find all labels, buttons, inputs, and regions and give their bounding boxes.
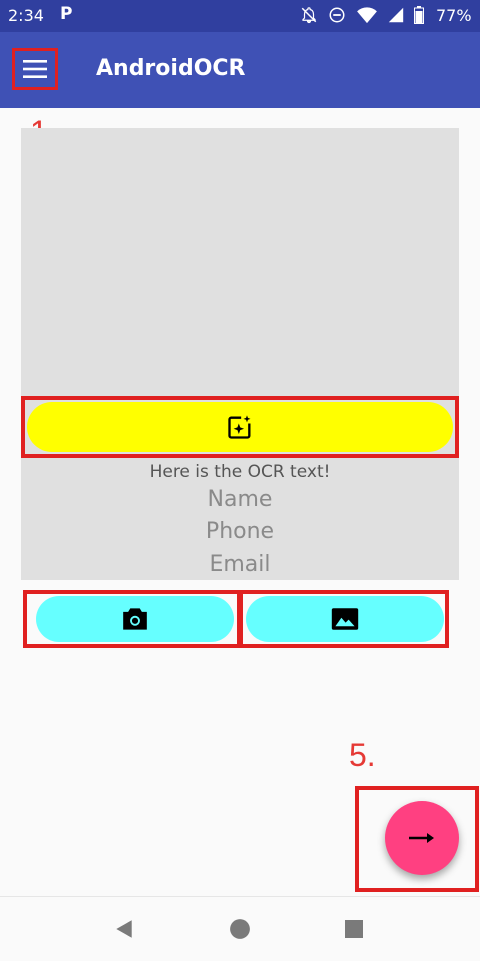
gallery-button[interactable] xyxy=(246,596,444,642)
camera-button[interactable] xyxy=(36,596,234,642)
next-fab-button[interactable] xyxy=(385,801,459,875)
menu-button[interactable] xyxy=(12,48,58,90)
ocr-field-email: Email xyxy=(209,552,271,577)
nav-home-button[interactable] xyxy=(222,913,258,945)
ocr-field-name: Name xyxy=(207,487,273,512)
home-icon xyxy=(230,919,250,939)
app-bar: AndroidOCR xyxy=(0,32,480,108)
back-icon xyxy=(116,920,132,938)
wifi-icon xyxy=(357,7,377,24)
scan-button[interactable] xyxy=(27,402,453,452)
image-icon xyxy=(331,608,359,630)
signal-icon xyxy=(388,7,404,23)
nav-back-button[interactable] xyxy=(106,913,142,945)
annotation-5: 5. xyxy=(349,737,376,773)
nav-recents-button[interactable] xyxy=(336,913,372,945)
system-nav-bar xyxy=(0,896,480,961)
notifications-off-icon xyxy=(301,7,317,24)
recents-icon xyxy=(345,920,363,938)
battery-percent: 77% xyxy=(436,6,472,25)
ocr-caption: Here is the OCR text! xyxy=(149,462,331,482)
notification-p-icon: P xyxy=(60,4,73,24)
status-bar: 2:34 P 77% xyxy=(0,0,480,32)
camera-icon xyxy=(123,608,147,630)
arrow-right-icon xyxy=(409,833,434,843)
ocr-field-phone: Phone xyxy=(205,519,275,544)
battery-icon xyxy=(414,6,424,24)
menu-icon xyxy=(23,60,47,78)
app-title: AndroidOCR xyxy=(96,56,246,81)
do-not-disturb-icon xyxy=(329,7,345,23)
auto-awesome-photo-icon xyxy=(228,414,253,439)
status-icons xyxy=(300,6,424,24)
image-preview-panel xyxy=(21,128,459,580)
status-time: 2:34 xyxy=(8,6,44,25)
